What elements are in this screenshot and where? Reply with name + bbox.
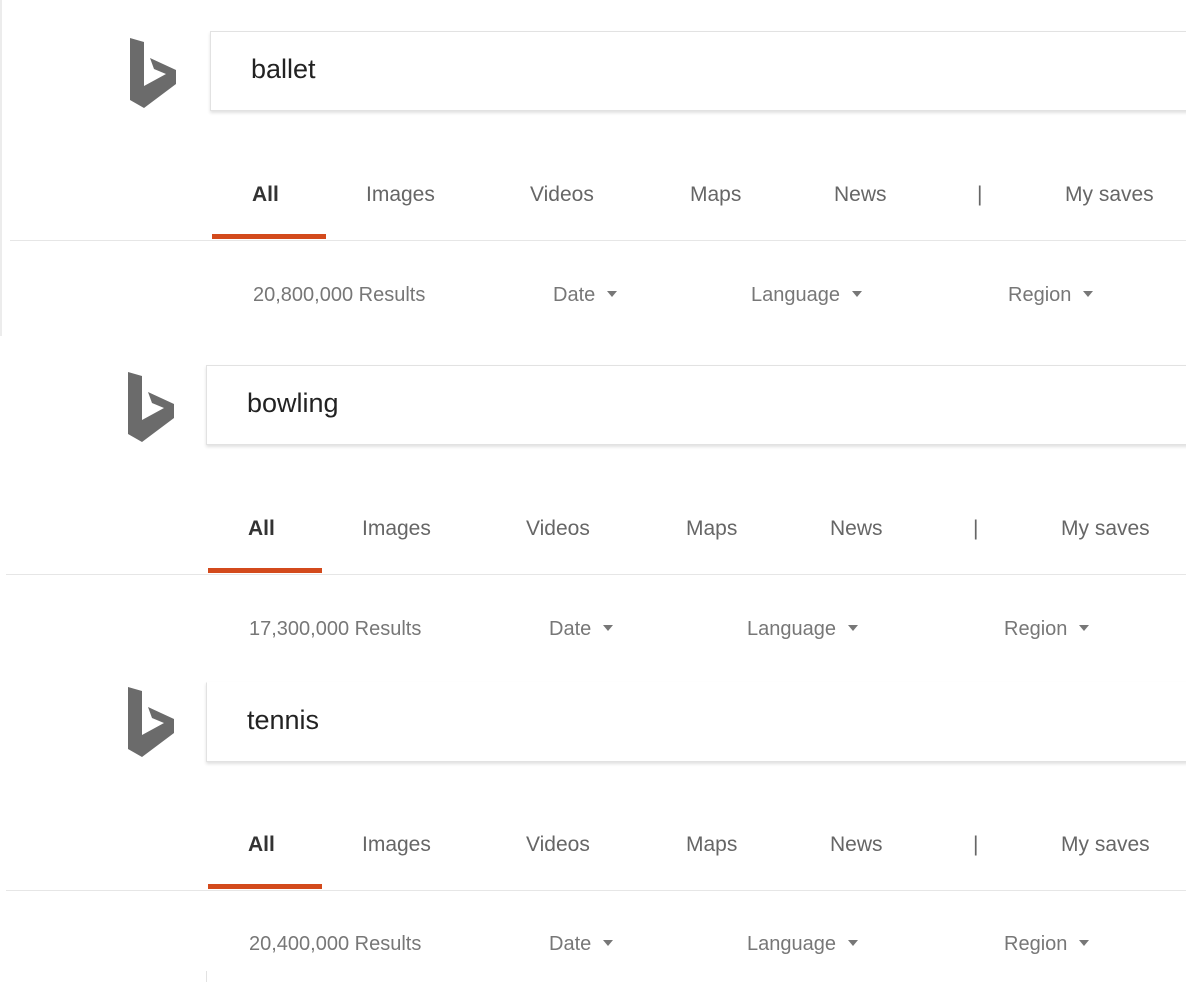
- region-filter-label: Region: [1004, 618, 1068, 640]
- nav-divider: [6, 890, 1186, 891]
- tab-all[interactable]: All: [248, 833, 275, 857]
- tab-news[interactable]: News: [834, 183, 887, 207]
- region-filter[interactable]: Region: [1004, 933, 1090, 956]
- tab-separator: |: [977, 183, 983, 206]
- tab-images[interactable]: Images: [362, 517, 431, 541]
- language-filter[interactable]: Language: [751, 284, 862, 307]
- tab-images[interactable]: Images: [362, 833, 431, 857]
- date-filter-label: Date: [549, 618, 592, 640]
- caret-down-icon: [847, 624, 858, 631]
- caret-down-icon: [1079, 624, 1090, 631]
- tab-videos[interactable]: Videos: [526, 833, 590, 857]
- caret-down-icon: [847, 939, 858, 946]
- region-filter-label: Region: [1004, 933, 1068, 955]
- search-input[interactable]: [247, 705, 1147, 736]
- active-tab-indicator: [208, 884, 322, 889]
- nav-divider: [6, 574, 1186, 575]
- date-filter-label: Date: [553, 284, 596, 306]
- search-input[interactable]: [251, 54, 1151, 85]
- caret-down-icon: [607, 290, 618, 297]
- nav-tabs: All Images Videos Maps News | My saves: [0, 833, 1186, 893]
- results-filter-bar: 17,300,000 Results Date Language Region: [0, 618, 1186, 648]
- search-results-header-bowling: All Images Videos Maps News | My saves 1…: [0, 336, 1186, 656]
- bing-logo-icon[interactable]: [124, 370, 178, 444]
- search-box[interactable]: [210, 31, 1186, 111]
- nav-divider: [10, 240, 1186, 241]
- region-filter-label: Region: [1008, 284, 1072, 306]
- language-filter[interactable]: Language: [747, 618, 858, 641]
- region-filter[interactable]: Region: [1004, 618, 1090, 641]
- caret-down-icon: [1079, 939, 1090, 946]
- tab-maps[interactable]: Maps: [686, 833, 737, 857]
- tab-videos[interactable]: Videos: [530, 183, 594, 207]
- tab-separator: |: [973, 833, 979, 856]
- tab-videos[interactable]: Videos: [526, 517, 590, 541]
- results-filter-bar: 20,400,000 Results Date Language Region: [0, 933, 1186, 963]
- content-edge: [206, 971, 207, 982]
- date-filter[interactable]: Date: [549, 618, 614, 641]
- caret-down-icon: [1083, 290, 1094, 297]
- tab-my-saves[interactable]: My saves: [1061, 833, 1150, 857]
- search-box[interactable]: [206, 365, 1186, 445]
- results-count: 17,300,000 Results: [249, 618, 422, 640]
- caret-down-icon: [603, 624, 614, 631]
- nav-tabs: All Images Videos Maps News | My saves: [2, 183, 1186, 243]
- search-input[interactable]: [247, 388, 1147, 419]
- bing-logo-icon[interactable]: [126, 36, 180, 110]
- tab-maps[interactable]: Maps: [690, 183, 741, 207]
- date-filter-label: Date: [549, 933, 592, 955]
- search-box[interactable]: [206, 682, 1186, 762]
- tab-my-saves[interactable]: My saves: [1061, 517, 1150, 541]
- language-filter-label: Language: [751, 284, 840, 306]
- bing-logo-icon[interactable]: [124, 685, 178, 759]
- nav-tabs: All Images Videos Maps News | My saves: [0, 517, 1186, 577]
- date-filter[interactable]: Date: [549, 933, 614, 956]
- search-results-header-ballet: All Images Videos Maps News | My saves 2…: [0, 0, 1186, 336]
- tab-my-saves[interactable]: My saves: [1065, 183, 1154, 207]
- tab-news[interactable]: News: [830, 833, 883, 857]
- tab-maps[interactable]: Maps: [686, 517, 737, 541]
- tab-all[interactable]: All: [248, 517, 275, 541]
- results-filter-bar: 20,800,000 Results Date Language Region: [2, 284, 1186, 314]
- results-count: 20,400,000 Results: [249, 933, 422, 955]
- tab-images[interactable]: Images: [366, 183, 435, 207]
- language-filter-label: Language: [747, 933, 836, 955]
- results-count: 20,800,000 Results: [253, 284, 426, 306]
- active-tab-indicator: [212, 234, 326, 239]
- caret-down-icon: [603, 939, 614, 946]
- active-tab-indicator: [208, 568, 322, 573]
- search-results-header-tennis: All Images Videos Maps News | My saves 2…: [0, 653, 1186, 982]
- tab-separator: |: [973, 517, 979, 540]
- language-filter-label: Language: [747, 618, 836, 640]
- tab-all[interactable]: All: [252, 183, 279, 207]
- language-filter[interactable]: Language: [747, 933, 858, 956]
- region-filter[interactable]: Region: [1008, 284, 1094, 307]
- caret-down-icon: [851, 290, 862, 297]
- tab-news[interactable]: News: [830, 517, 883, 541]
- date-filter[interactable]: Date: [553, 284, 618, 307]
